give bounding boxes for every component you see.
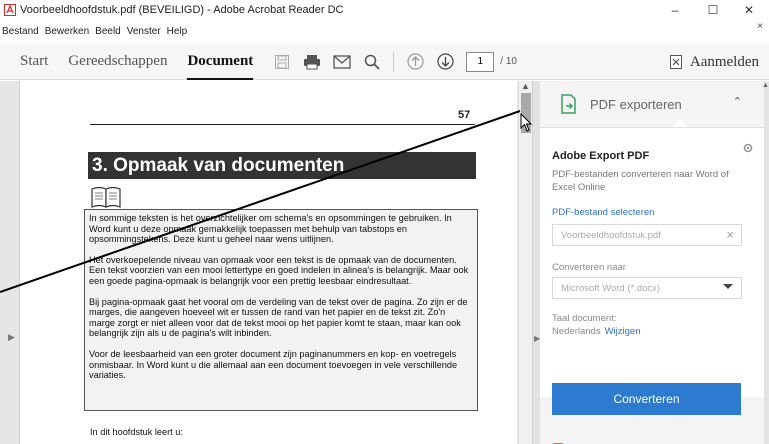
panel-scrollbar[interactable] — [764, 81, 769, 444]
intro-line: In dit hoofdstuk leert u: — [90, 427, 183, 437]
export-pdf-icon — [561, 94, 576, 114]
chevron-up-icon[interactable]: ⌃ — [733, 95, 742, 108]
signin-area[interactable]: Aanmelden — [669, 44, 759, 80]
expand-left-pane-icon[interactable]: ▶ — [8, 332, 15, 343]
card-title: Adobe Export PDF — [552, 150, 650, 162]
paragraph: Voor de leesbaarheid van een groter docu… — [89, 348, 458, 381]
next-page-icon[interactable] — [434, 51, 456, 73]
panel-pointer — [672, 119, 688, 127]
pdf-page: 57 3. Opmaak van documenten In sommige t… — [20, 81, 517, 444]
page-header-number: 57 — [458, 109, 471, 121]
convert-to-label: Converteren naar — [552, 262, 626, 273]
menu-bestand[interactable]: Bestand — [2, 26, 39, 37]
select-pdf-link[interactable]: PDF-bestand selecteren — [552, 207, 654, 218]
document-close-button[interactable]: × — [757, 21, 763, 32]
title-bar: Voorbeeldhoofdstuk.pdf (BEVEILIGD) - Ado… — [0, 0, 769, 20]
tools-panel: PDF exporteren ⌃ Adobe Export PDF PDF-be… — [540, 81, 764, 444]
right-pane-collapse[interactable] — [532, 81, 540, 444]
language-value: Nederlands — [552, 326, 601, 337]
convert-button[interactable]: Converteren — [552, 383, 741, 415]
card-description: PDF-bestanden converteren naar Word of E… — [552, 169, 729, 193]
signin-icon — [669, 55, 682, 69]
selected-file-name: Voorbeeldhoofdstuk.pdf — [561, 229, 661, 241]
clear-file-icon[interactable]: × — [726, 227, 734, 242]
acrobat-window: Voorbeeldhoofdstuk.pdf (BEVEILIGD) - Ado… — [0, 0, 769, 444]
menu-venster[interactable]: Venster — [127, 26, 161, 37]
menu-beeld[interactable]: Beeld — [95, 26, 121, 37]
dropdown-caret-icon — [723, 284, 733, 289]
language-label: Taal document: — [552, 313, 617, 324]
close-button[interactable]: ✕ — [729, 0, 769, 20]
signin-label[interactable]: Aanmelden — [690, 54, 759, 71]
menu-bar: Bestand Bewerken Beeld Venster Help — [0, 21, 769, 41]
settings-icon[interactable] — [742, 142, 754, 154]
paragraph: Bij pagina-opmaak gaat het vooral om de … — [89, 296, 468, 339]
page-number-input[interactable]: 1 — [466, 51, 495, 72]
minimize-button[interactable]: – — [655, 0, 695, 20]
text-box: In sommige teksten is het overzichtelijk… — [84, 209, 478, 411]
tab-gereedschappen[interactable]: Gereedschappen — [68, 53, 167, 70]
acrobat-app-icon — [4, 4, 16, 16]
maximize-button[interactable]: ☐ — [693, 0, 733, 20]
change-language-link[interactable]: Wijzigen — [605, 326, 641, 337]
export-card: Adobe Export PDF PDF-bestanden converter… — [540, 127, 764, 397]
mail-icon[interactable] — [331, 51, 353, 73]
convert-format-select[interactable]: Microsoft Word (*.docx) — [552, 277, 742, 299]
next-tool-row[interactable] — [552, 438, 568, 444]
convert-format-value: Microsoft Word (*.docx) — [561, 282, 661, 294]
save-icon[interactable] — [271, 51, 293, 73]
left-pane-collapse[interactable] — [0, 81, 20, 444]
tab-start[interactable]: Start — [20, 53, 48, 70]
toolbar: Start Gereedschappen Document 1 / 10 — [0, 44, 769, 80]
book-icon — [91, 186, 121, 208]
header-rule — [90, 124, 475, 125]
export-pdf-header[interactable]: PDF exporteren — [540, 81, 764, 127]
document-scrollbar[interactable]: ▲ — [518, 81, 532, 444]
search-icon[interactable] — [361, 51, 383, 73]
previous-page-icon[interactable] — [404, 51, 426, 73]
menu-bewerken[interactable]: Bewerken — [45, 26, 89, 37]
print-icon[interactable] — [301, 51, 323, 73]
menu-help[interactable]: Help — [167, 26, 188, 37]
chapter-heading: 3. Opmaak van documenten — [88, 152, 476, 179]
export-pdf-label[interactable]: PDF exporteren — [590, 97, 682, 112]
tab-document[interactable]: Document — [187, 53, 253, 80]
paragraph: In sommige teksten is het overzichtelijk… — [89, 213, 452, 245]
selected-file-field[interactable]: Voorbeeldhoofdstuk.pdf × — [552, 224, 742, 246]
mouse-cursor-icon — [520, 113, 532, 132]
language-row: Nederlands Wijzigen — [552, 326, 641, 337]
paragraph: Het overkoepelende niveau van opmaak voo… — [89, 254, 469, 286]
page-total: / 10 — [500, 56, 517, 67]
panel-scroll-up-icon[interactable]: ▲ — [762, 82, 769, 89]
toolbar-divider — [393, 51, 395, 72]
window-title: Voorbeeldhoofdstuk.pdf (BEVEILIGD) - Ado… — [20, 4, 344, 16]
scroll-up-icon[interactable]: ▲ — [521, 81, 530, 91]
